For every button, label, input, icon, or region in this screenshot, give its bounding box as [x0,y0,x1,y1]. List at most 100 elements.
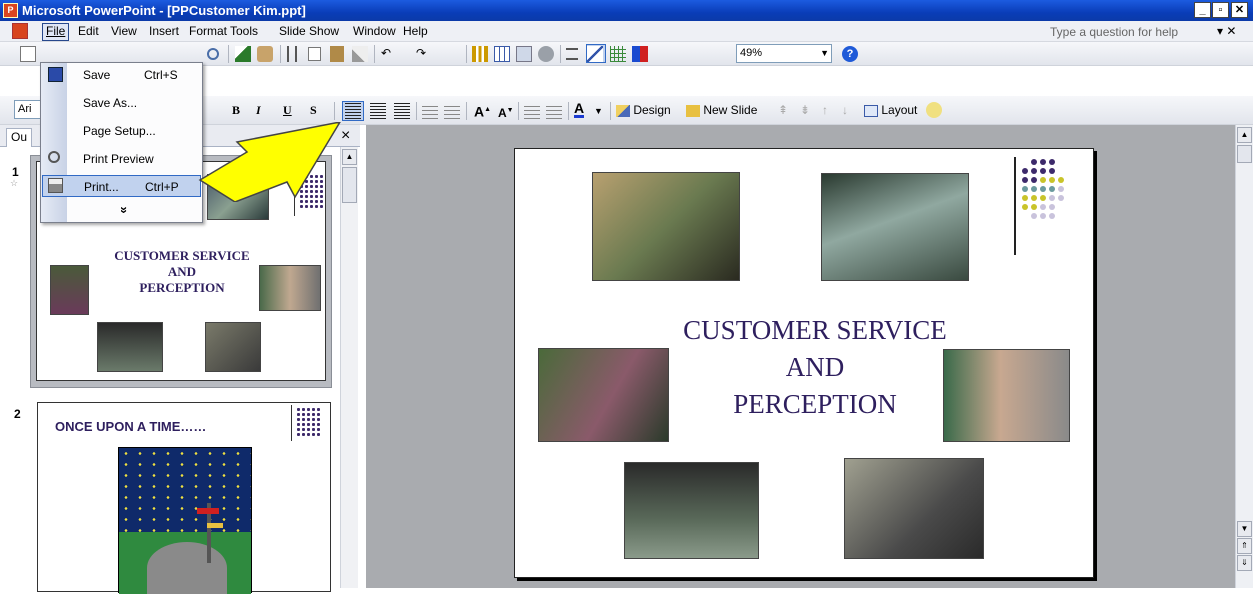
align-left-button[interactable] [342,101,364,121]
shadow-button[interactable]: S [310,102,317,120]
spelling-icon[interactable] [235,45,251,63]
zoom-select[interactable]: 49% ▼ [736,44,832,63]
scroll-down-icon[interactable]: ▼ [1237,521,1252,537]
layout-button[interactable]: Layout [864,102,917,120]
italic-button[interactable]: I [256,102,261,120]
expand-all-icon[interactable] [566,45,578,63]
increase-indent-button[interactable] [546,102,562,120]
menu-item-save-as[interactable]: Save As... [42,92,201,114]
research-icon[interactable] [257,45,273,63]
slide-divider-line [1014,157,1016,255]
decorative-dot [1040,195,1046,201]
paste-icon[interactable] [330,45,344,63]
insert-table-icon[interactable] [494,45,510,63]
slide-thumbnail-2[interactable]: ONCE UPON A TIME…… [37,402,331,594]
font-name-select[interactable]: Ari [14,100,42,119]
menu-edit[interactable]: Edit [75,24,102,40]
format-painter-icon[interactable] [352,45,368,63]
font-color-button[interactable]: A [574,100,585,118]
cut-icon[interactable] [287,45,297,63]
menu-window[interactable]: Window [350,24,399,40]
menu-file[interactable]: File [42,23,70,41]
menu-item-page-setup[interactable]: Page Setup... [42,120,201,142]
decorative-dot [1040,168,1046,174]
align-right-button[interactable] [394,102,410,120]
decrease-font-button[interactable]: A▼ [498,102,514,120]
menu-item-print-preview[interactable]: Print Preview [42,148,201,170]
slide-photo-desk[interactable] [844,458,984,559]
slide-number-2: 2 [14,407,21,421]
decorative-dot [1022,204,1028,210]
redo-icon[interactable]: ↷ [416,45,426,63]
thumb-title-line2: AND [167,264,197,279]
slide-photo-bus-interior[interactable] [624,462,759,559]
previous-slide-icon[interactable]: ⇑ [1237,538,1252,554]
new-icon[interactable] [20,45,36,63]
thumbnail-scrollbar[interactable]: ▲ [340,147,358,588]
increase-font-button[interactable]: A▲ [474,101,491,120]
slide-canvas[interactable]: CUSTOMER SERVICE AND PERCEPTION [514,148,1094,578]
menu-item-save[interactable]: Save Ctrl+S [42,64,201,86]
insert-clipart-icon[interactable] [538,45,554,63]
decrease-indent-button[interactable] [524,102,540,120]
up-arrow-icon[interactable]: ↑ [822,102,828,120]
scroll-thumb[interactable] [1237,145,1252,163]
decorative-dot [1031,186,1037,192]
decorative-dot [1031,177,1037,183]
show-formatting-icon[interactable] [586,44,606,63]
decorative-dot [1022,177,1028,183]
color-grayscale-icon[interactable] [632,45,648,63]
design-button[interactable]: Design [616,102,671,120]
decorative-dot [1022,168,1028,174]
tables-borders-icon[interactable] [516,45,532,63]
bullets-button[interactable] [444,102,460,120]
preview-icon[interactable] [207,45,219,63]
layout-label: Layout [881,103,918,117]
document-icon[interactable] [12,23,28,39]
minimize-button[interactable]: _ [1194,2,1211,18]
font-name-value: Ari [18,103,32,115]
bold-button[interactable]: B [232,102,240,120]
help-search-input[interactable]: Type a question for help [1050,25,1178,39]
font-color-dropdown-icon[interactable]: ▼ [594,103,603,121]
close-document-button[interactable]: ▾ ✕ [1217,24,1236,38]
slide-photo-office[interactable] [592,172,740,281]
next-slide-icon[interactable]: ⇓ [1237,555,1252,571]
close-button[interactable]: ✕ [1231,2,1248,18]
menu-slide-show[interactable]: Slide Show [276,24,342,40]
slide-title-line1[interactable]: CUSTOMER SERVICE [615,315,1015,346]
menu-item-print-label: Print... [84,180,119,194]
menu-help[interactable]: Help [400,24,431,40]
scroll-up-icon[interactable]: ▲ [1237,127,1252,143]
copy-icon[interactable] [308,45,321,63]
menu-item-print[interactable]: Print... Ctrl+P [42,175,201,197]
road [147,542,227,594]
menu-item-save-shortcut: Ctrl+S [144,68,178,82]
slide-photo-two-women[interactable] [943,349,1070,442]
powerpoint-app-icon[interactable]: P [3,3,18,18]
move-up-icon[interactable]: ⇞ [778,102,788,120]
align-center-button[interactable] [370,102,386,120]
main-scrollbar[interactable]: ▲ ▼ ⇑ ⇓ [1235,125,1253,588]
thumb2-illustration [118,447,252,594]
tab-outline[interactable]: Ou [6,128,33,147]
new-slide-button[interactable]: New Slide [686,102,757,120]
slide-photo-bus-mirror[interactable] [821,173,969,281]
menu-format[interactable]: Format [186,24,230,40]
down-arrow-icon[interactable]: ↓ [842,102,848,120]
move-down-icon[interactable]: ⇟ [800,102,810,120]
slide-design-icon[interactable] [926,101,942,119]
expand-menu-chevron-icon[interactable]: » [114,198,132,222]
grid-icon[interactable] [610,45,626,63]
menu-view[interactable]: View [108,24,140,40]
numbering-button[interactable] [422,102,438,120]
slide-photo-outdoors[interactable] [538,348,669,442]
menu-insert[interactable]: Insert [146,24,182,40]
menu-tools[interactable]: Tools [227,24,261,40]
thumb-photo [259,265,321,311]
restore-button[interactable]: ▫ [1212,2,1229,18]
insert-chart-icon[interactable] [472,45,488,63]
underline-button[interactable]: U [283,102,292,120]
help-icon[interactable]: ? [842,45,858,63]
undo-icon[interactable]: ↶ [381,45,391,63]
